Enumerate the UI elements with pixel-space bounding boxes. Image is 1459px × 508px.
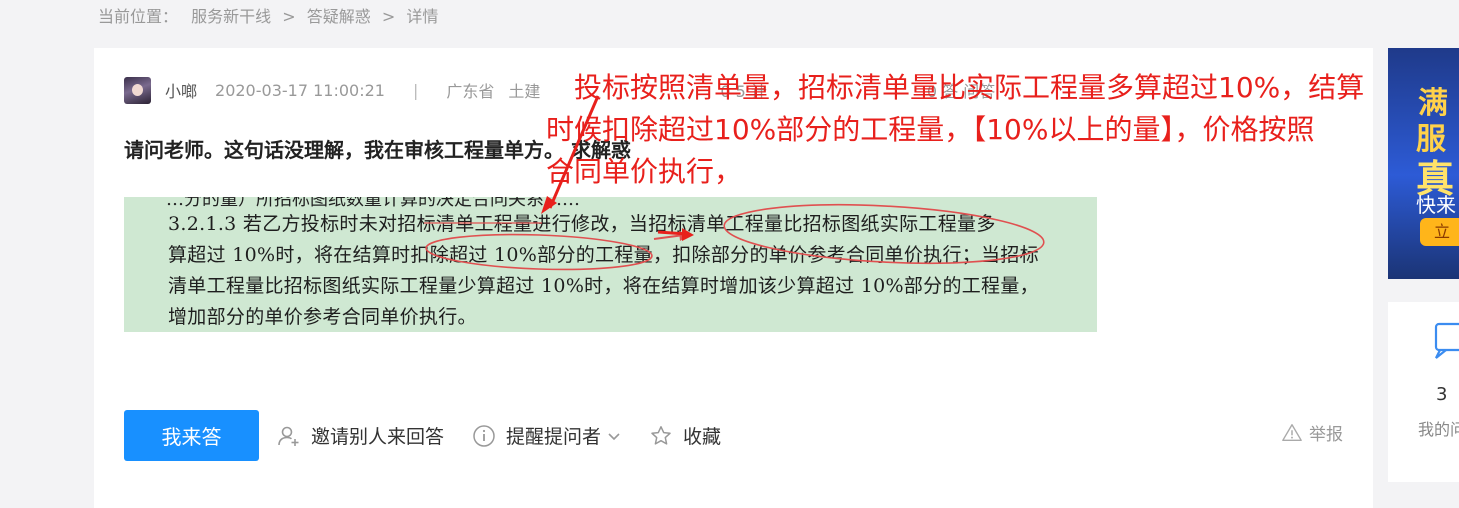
location: 广东省 bbox=[446, 82, 495, 101]
question-actions: 我来答 邀请别人来回答 提醒提问者 收藏 bbox=[124, 410, 749, 461]
breadcrumb-item-qa[interactable]: 答疑解惑 bbox=[307, 7, 371, 26]
answer-button[interactable]: 我来答 bbox=[124, 410, 259, 461]
question-meta: 小啷 2020-03-17 11:00:21 | 广东省 土建 0 5 计 0 … bbox=[124, 76, 1005, 104]
doc-handwritten-marks bbox=[424, 204, 1045, 271]
info-icon bbox=[473, 424, 495, 447]
remind-asker-button[interactable]: 提醒提问者 bbox=[472, 422, 621, 449]
star-icon bbox=[651, 425, 671, 445]
user-name[interactable]: 小啷 bbox=[165, 78, 197, 102]
question-image[interactable]: …分的量）所招标图纸数量计算的决定合同关系…… 3.2.1.3 若乙方投标时未对… bbox=[124, 197, 1097, 332]
invite-label: 邀请别人来回答 bbox=[311, 426, 445, 448]
invite-answer-button[interactable]: 邀请别人来回答 bbox=[277, 422, 444, 449]
question-title: 请问老师。这句话没理解，我在审核工程量单方。 求解惑 bbox=[124, 138, 631, 162]
ad-button[interactable]: 立 bbox=[1420, 218, 1459, 246]
avatar[interactable] bbox=[124, 76, 151, 104]
meta-stat-answers: 0 答 问答 bbox=[926, 82, 996, 101]
breadcrumb-separator: > bbox=[282, 7, 296, 26]
question-card: 小啷 2020-03-17 11:00:21 | 广东省 土建 0 5 计 0 … bbox=[94, 48, 1373, 508]
report-label: 举报 bbox=[1309, 425, 1343, 445]
user-add-icon bbox=[278, 426, 299, 446]
breadcrumb-item-service[interactable]: 服务新干线 bbox=[191, 7, 271, 26]
collect-label: 收藏 bbox=[683, 426, 722, 448]
breadcrumb-prefix: 当前位置： bbox=[98, 7, 179, 26]
sidebar-ad-banner[interactable]: 满 服 真 快来 立 bbox=[1388, 48, 1459, 279]
meta-stat: 0 5 计 bbox=[720, 82, 767, 101]
meta-divider: | bbox=[412, 80, 419, 100]
report-button[interactable]: 举报 bbox=[1281, 420, 1343, 445]
post-datetime: 2020-03-17 11:00:21 bbox=[215, 80, 385, 100]
ad-text: 快来 bbox=[1416, 193, 1456, 217]
chevron-down-icon bbox=[608, 432, 620, 440]
collect-button[interactable]: 收藏 bbox=[649, 422, 721, 449]
stat-label[interactable]: 我的问 bbox=[1418, 416, 1459, 440]
stat-number: 3 bbox=[1436, 384, 1448, 405]
breadcrumb: 当前位置： 服务新干线 > 答疑解惑 > 详情 bbox=[98, 4, 438, 30]
remind-label: 提醒提问者 bbox=[506, 426, 602, 448]
breadcrumb-item-detail: 详情 bbox=[406, 7, 439, 26]
question-bubble-icon bbox=[1434, 322, 1459, 359]
breadcrumb-separator: > bbox=[381, 7, 396, 26]
warning-icon bbox=[1282, 423, 1302, 441]
category-tag[interactable]: 土建 bbox=[508, 78, 540, 102]
sidebar-stats-card: 3 我的问 bbox=[1388, 302, 1459, 482]
